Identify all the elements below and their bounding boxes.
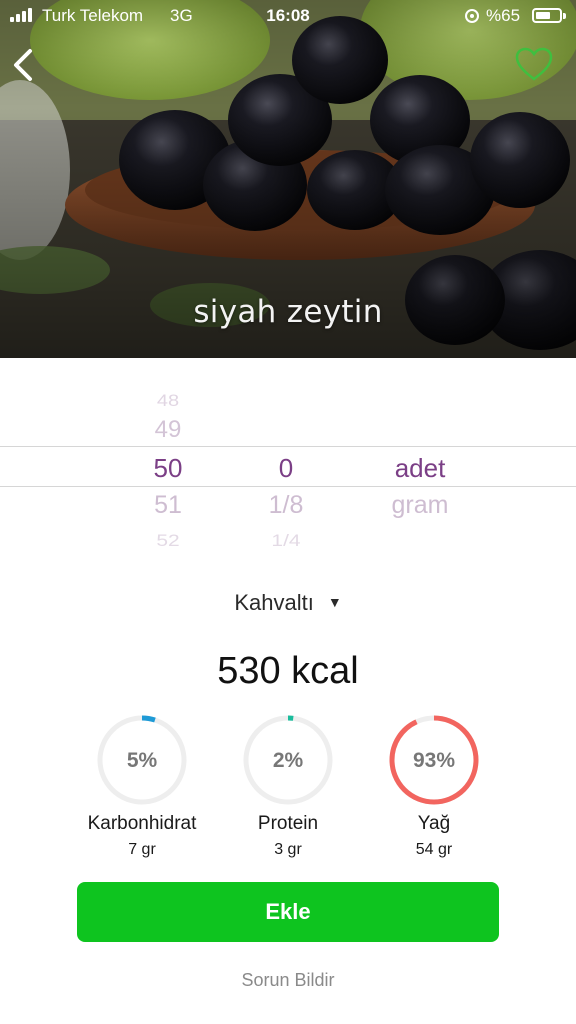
macro-carbs: 5% Karbonhidrat 7 gr	[67, 715, 217, 859]
macro-percent: 93%	[412, 749, 456, 772]
macro-protein: 2% Protein 3 gr	[213, 715, 363, 859]
picker-option[interactable]: 51	[128, 490, 208, 520]
battery-icon	[532, 8, 566, 23]
picker-selected-unit[interactable]: adet	[370, 453, 470, 483]
picker-selection-bottom-line	[0, 486, 576, 487]
rotation-lock-icon	[465, 9, 479, 23]
macro-amount: 3 gr	[274, 841, 302, 858]
picker-selected-quantity[interactable]: 50	[128, 453, 208, 483]
macro-fat: 93% Yağ 54 gr	[359, 715, 509, 859]
calorie-total: 530 kcal	[217, 650, 359, 692]
picker-option[interactable]: 49	[128, 415, 208, 445]
report-issue-link[interactable]: Sorun Bildir	[0, 970, 576, 991]
picker-option[interactable]: gram	[370, 490, 470, 520]
chevron-left-icon	[14, 49, 32, 81]
meal-dropdown[interactable]: Kahvaltı ▼	[0, 590, 576, 616]
picker-option[interactable]: 52	[128, 529, 208, 553]
macro-percent: 5%	[126, 749, 158, 772]
macro-percent: 2%	[272, 749, 304, 772]
picker-option[interactable]: 48	[128, 388, 208, 414]
dropdown-arrow-icon: ▼	[327, 594, 342, 610]
picker-selection-top-line	[0, 446, 576, 447]
battery-level	[536, 12, 551, 19]
picker-option[interactable]: 1/8	[246, 490, 326, 520]
macro-name: Protein	[257, 813, 319, 834]
macro-name: Yağ	[417, 813, 451, 834]
food-hero-image: Turk Telekom 3G 16:08 %65 siyah zeytin	[0, 0, 576, 358]
picker-selected-fraction[interactable]: 0	[246, 453, 326, 483]
favorite-button[interactable]	[514, 46, 554, 84]
heart-outline-icon	[515, 47, 553, 81]
portion-picker[interactable]: 48 49 50 51 52 0 1/8 1/4 adet gram	[0, 380, 576, 552]
back-button[interactable]	[8, 44, 44, 86]
status-bar: Turk Telekom 3G 16:08 %65	[0, 0, 576, 32]
picker-option[interactable]: 1/4	[246, 529, 326, 553]
add-button[interactable]: Ekle	[77, 882, 499, 942]
macro-name: Karbonhidrat	[87, 813, 197, 834]
macro-amount: 7 gr	[128, 841, 156, 858]
meal-label: Kahvaltı	[234, 590, 314, 615]
battery-percent: %65	[486, 6, 521, 25]
food-title: siyah zeytin	[193, 294, 383, 330]
macro-amount: 54 gr	[415, 841, 453, 858]
